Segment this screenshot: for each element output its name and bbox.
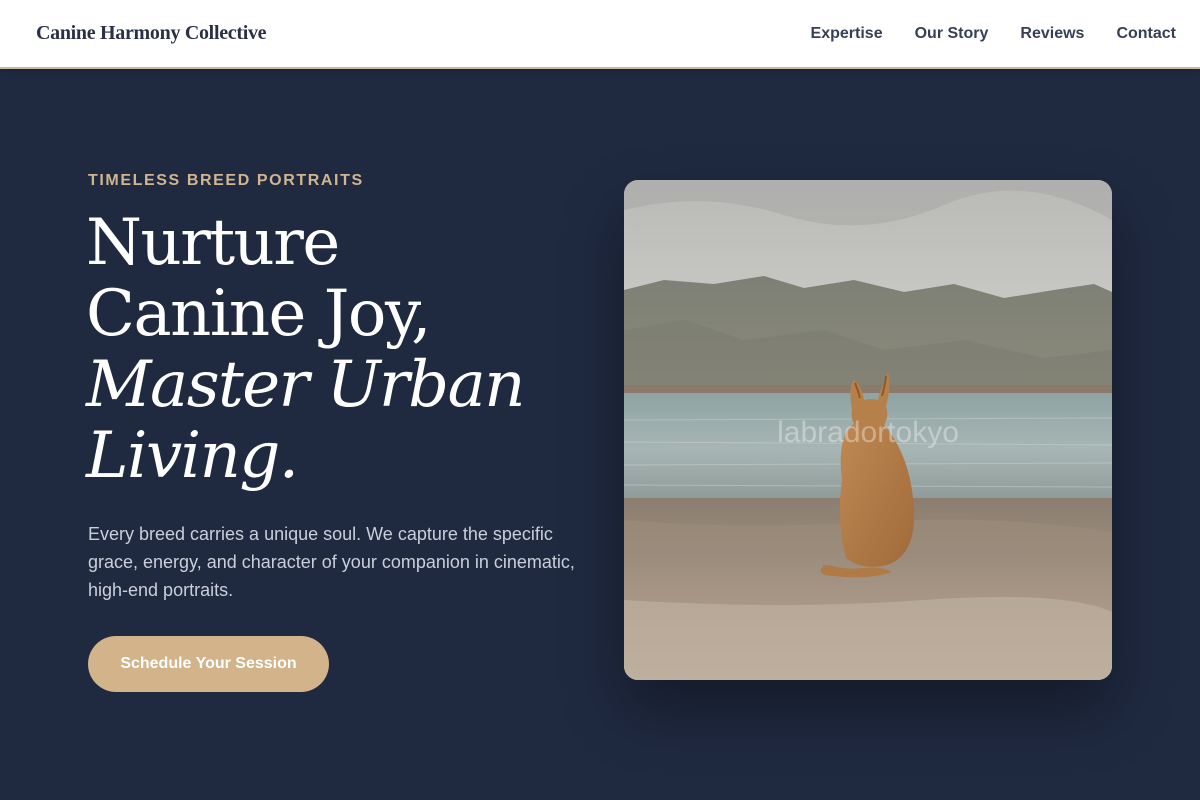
hero-eyebrow: TIMELESS BREED PORTRAITS [88, 172, 364, 189]
site-header: Canine Harmony Collective Expertise Our … [0, 0, 1200, 69]
hero-dog-photo: labradortokyo [624, 180, 1112, 680]
hero-section: TIMELESS BREED PORTRAITS Nurture Canine … [0, 70, 1200, 800]
hero-description: Every breed carries a unique soul. We ca… [88, 524, 575, 600]
image-watermark: labradortokyo [777, 416, 959, 449]
headline-line-2: Canine Joy, [86, 277, 431, 351]
dog-lake-illustration: labradortokyo [624, 180, 1112, 680]
headline-line-4: Living. [86, 419, 299, 493]
nav-link-our-story[interactable]: Our Story [915, 25, 989, 43]
nav-link-contact[interactable]: Contact [1116, 25, 1176, 43]
headline-line-1: Nurture [86, 206, 340, 280]
main-nav: Expertise Our Story Reviews Contact [811, 25, 1176, 43]
schedule-session-button[interactable]: Schedule Your Session [88, 636, 329, 692]
nav-link-expertise[interactable]: Expertise [811, 25, 883, 43]
brand-logo[interactable]: Canine Harmony Collective [36, 22, 267, 45]
hero-headline: Nurture Canine Joy, Master Urban Living. [86, 208, 606, 492]
nav-link-reviews[interactable]: Reviews [1020, 25, 1084, 43]
headline-line-3: Master Urban [86, 348, 525, 422]
